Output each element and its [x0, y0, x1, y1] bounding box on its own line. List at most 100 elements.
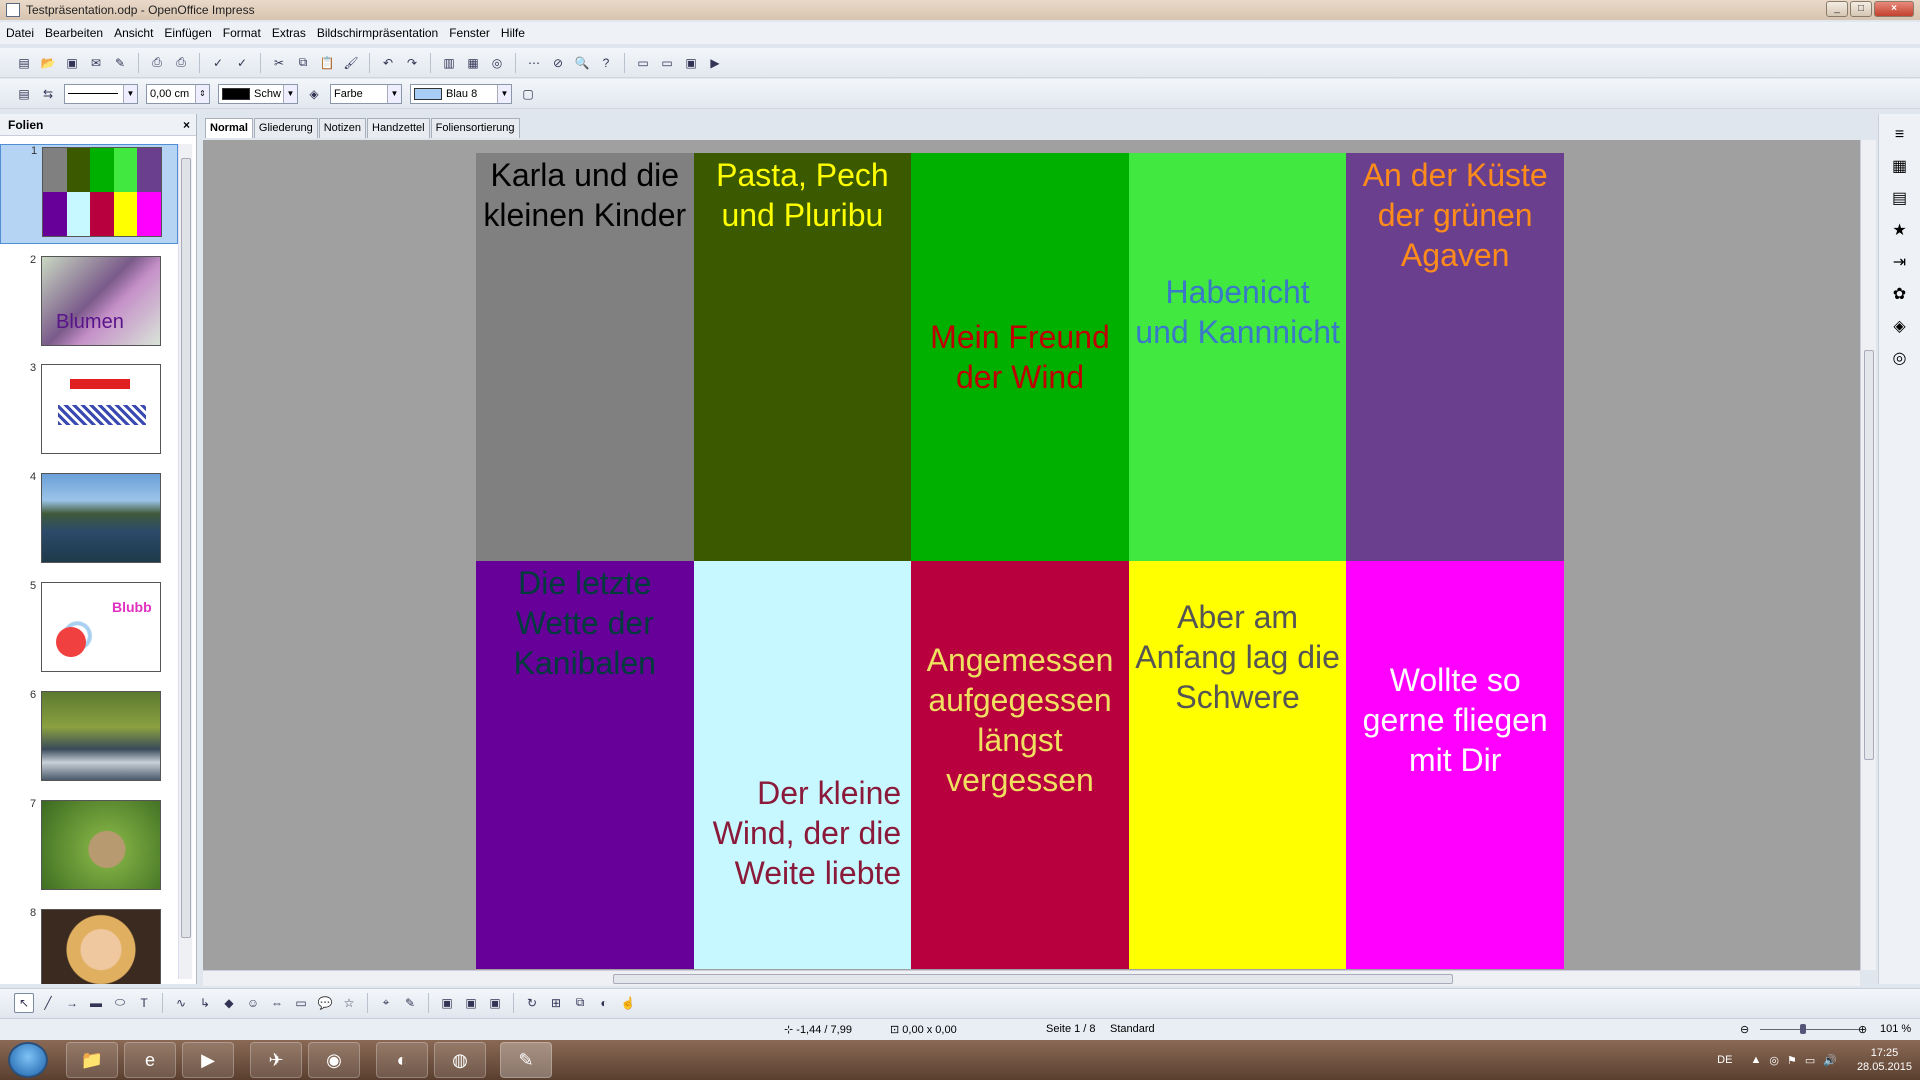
ellipse-tool-icon[interactable]: ⬭ — [110, 993, 130, 1013]
network-icon[interactable]: ◎ — [1769, 1054, 1779, 1067]
slide-canvas[interactable]: Karla und die kleinen Kinder Pasta, Pech… — [476, 153, 1564, 969]
rectangle-tool-icon[interactable]: ▬ — [86, 993, 106, 1013]
line-style-select[interactable]: ▼ — [64, 83, 138, 104]
slide-cell-5[interactable]: An der Küste der grünen Agaven — [1346, 153, 1564, 561]
slide-cell-6[interactable]: Die letzte Wette der Kanibalen — [476, 561, 694, 969]
chevron-down-icon[interactable]: ▼ — [497, 84, 511, 103]
menu-bearbeiten[interactable]: Bearbeiten — [45, 26, 103, 40]
zoom-out-icon[interactable]: ⊖ — [1740, 1023, 1749, 1036]
slide-cell-2[interactable]: Pasta, Pech und Pluribu — [693, 153, 912, 561]
tab-handzettel[interactable]: Handzettel — [367, 118, 430, 138]
block-arrows-icon[interactable]: ⇔ — [267, 993, 287, 1013]
maximize-button[interactable]: □ — [1850, 1, 1872, 17]
slide-thumbnail-6[interactable]: 6 — [0, 689, 178, 789]
flowchart-icon[interactable]: ▭ — [291, 993, 311, 1013]
firefox-icon[interactable]: ◐ — [376, 1042, 428, 1078]
chart-icon[interactable]: ▥ — [439, 53, 459, 73]
gallery-icon[interactable]: ◈ — [1889, 316, 1911, 338]
explorer-icon[interactable]: 📁 — [66, 1042, 118, 1078]
navigator-icon[interactable]: ◎ — [1889, 348, 1911, 370]
menu-datei[interactable]: Datei — [6, 26, 34, 40]
from-file-icon[interactable]: ▣ — [461, 993, 481, 1013]
slide-cell-9[interactable]: Aber am Anfang lag die Schwere — [1128, 561, 1347, 969]
autospellcheck-icon[interactable]: ✓ — [232, 53, 252, 73]
fontwork-icon[interactable]: ▣ — [437, 993, 457, 1013]
slideshow-icon[interactable]: ▶ — [705, 53, 725, 73]
tray-expand-icon[interactable]: ▲ — [1750, 1054, 1761, 1066]
menu-fenster[interactable]: Fenster — [449, 26, 490, 40]
close-window-button[interactable]: × — [1874, 1, 1914, 17]
styles-icon[interactable]: ✿ — [1889, 284, 1911, 306]
area-color-select[interactable]: Blau 8 ▼ — [410, 83, 512, 104]
thunderbird-icon[interactable]: ✈ — [250, 1042, 302, 1078]
chevron-down-icon[interactable]: ▼ — [123, 84, 137, 103]
points-icon[interactable]: ⌖ — [376, 993, 396, 1013]
styles-icon[interactable]: ▤ — [14, 84, 34, 104]
sidebar-menu-icon[interactable]: ≡ — [1889, 124, 1911, 146]
tab-notizen[interactable]: Notizen — [318, 118, 367, 138]
shadow-icon[interactable]: ▢ — [518, 84, 538, 104]
zoom-icon[interactable]: 🔍 — [572, 53, 592, 73]
slide-thumbnail-3[interactable]: 3 — [0, 362, 178, 462]
line-width-field[interactable]: 0,00 cm ⇕ — [146, 83, 210, 104]
paste-icon[interactable]: 📋 — [317, 53, 337, 73]
start-button[interactable] — [8, 1042, 48, 1078]
menu-ansicht[interactable]: Ansicht — [114, 26, 153, 40]
close-panel-icon[interactable]: × — [183, 118, 190, 132]
cell-text[interactable]: Mein Freund der Wind — [917, 317, 1123, 397]
callouts-icon[interactable]: 💬 — [315, 993, 335, 1013]
custom-animation-icon[interactable]: ★ — [1889, 220, 1911, 242]
workspace-horizontal-scrollbar[interactable] — [203, 970, 1860, 986]
slide-thumbnail-4[interactable]: 4 — [0, 471, 178, 571]
slide-transition-icon[interactable]: ⇥ — [1889, 252, 1911, 274]
symbol-shapes-icon[interactable]: ☺ — [243, 993, 263, 1013]
layout-icon[interactable]: ▭ — [657, 53, 677, 73]
new-document-icon[interactable]: ▤ — [14, 53, 34, 73]
cell-text[interactable]: Angemessen aufgegessen längst vergessen — [917, 640, 1123, 800]
open-folder-icon[interactable]: 📂 — [38, 53, 58, 73]
tab-normal[interactable]: Normal — [205, 118, 253, 138]
slide-thumbnail-5[interactable]: 5 Blubb — [0, 580, 178, 680]
menu-bildschirmpraesentation[interactable]: Bildschirmpräsentation — [317, 26, 438, 40]
navigator-icon[interactable]: ⊘ — [548, 53, 568, 73]
slide-workspace[interactable]: Karla und die kleinen Kinder Pasta, Pech… — [203, 140, 1860, 970]
properties-icon[interactable]: ▦ — [1889, 156, 1911, 178]
volume-icon[interactable]: 🔊 — [1823, 1054, 1837, 1067]
grid-icon[interactable]: ⋯ — [524, 53, 544, 73]
alignment-icon[interactable]: ⊞ — [546, 993, 566, 1013]
menu-format[interactable]: Format — [223, 26, 261, 40]
cell-text[interactable]: Pasta, Pech und Pluribu — [700, 155, 906, 235]
area-icon[interactable]: ◈ — [304, 84, 324, 104]
extrusion-icon[interactable]: ◐ — [594, 993, 614, 1013]
glue-points-icon[interactable]: ✎ — [400, 993, 420, 1013]
slide-thumbnail-8[interactable]: 8 — [0, 907, 178, 984]
line-tool-icon[interactable]: ╱ — [38, 993, 58, 1013]
print-icon[interactable]: ⎙ — [171, 53, 191, 73]
area-style-select[interactable]: Farbe ▼ — [330, 83, 402, 104]
openoffice-impress-taskbar-icon[interactable]: ✎ — [500, 1042, 552, 1078]
format-paintbrush-icon[interactable]: 🖌 — [341, 53, 361, 73]
chevron-down-icon[interactable]: ▼ — [283, 84, 297, 103]
cell-text[interactable]: Wollte so gerne fliegen mit Dir — [1352, 660, 1558, 780]
language-indicator[interactable]: DE — [1717, 1054, 1732, 1066]
cut-icon[interactable]: ✂ — [269, 53, 289, 73]
minimize-button[interactable]: _ — [1826, 1, 1848, 17]
slide-cell-8[interactable]: Angemessen aufgegessen längst vergessen — [911, 561, 1129, 969]
slide-icon[interactable]: ▭ — [633, 53, 653, 73]
menu-einfuegen[interactable]: Einfügen — [164, 26, 211, 40]
gallery-icon[interactable]: ▣ — [485, 993, 505, 1013]
text-tool-icon[interactable]: T — [134, 993, 154, 1013]
slide-thumbnail-2[interactable]: 2 Blumen — [0, 254, 178, 354]
slide-layout-name[interactable]: Standard — [1110, 1023, 1155, 1035]
tab-foliensortierung[interactable]: Foliensortierung — [430, 118, 520, 138]
arrange-icon[interactable]: ⧉ — [570, 993, 590, 1013]
undo-icon[interactable]: ↶ — [378, 53, 398, 73]
slide-cell-10[interactable]: Wollte so gerne fliegen mit Dir — [1346, 561, 1564, 969]
help-icon[interactable]: ? — [596, 53, 616, 73]
arrow-tool-icon[interactable]: → — [62, 993, 82, 1013]
slide-cell-3[interactable]: Mein Freund der Wind — [911, 153, 1129, 561]
cell-text[interactable]: Habenicht und Kannnicht — [1135, 272, 1341, 352]
layouts-icon[interactable]: ▤ — [1889, 188, 1911, 210]
connector-tool-icon[interactable]: ↳ — [195, 993, 215, 1013]
zoom-slider[interactable] — [1760, 1029, 1860, 1030]
